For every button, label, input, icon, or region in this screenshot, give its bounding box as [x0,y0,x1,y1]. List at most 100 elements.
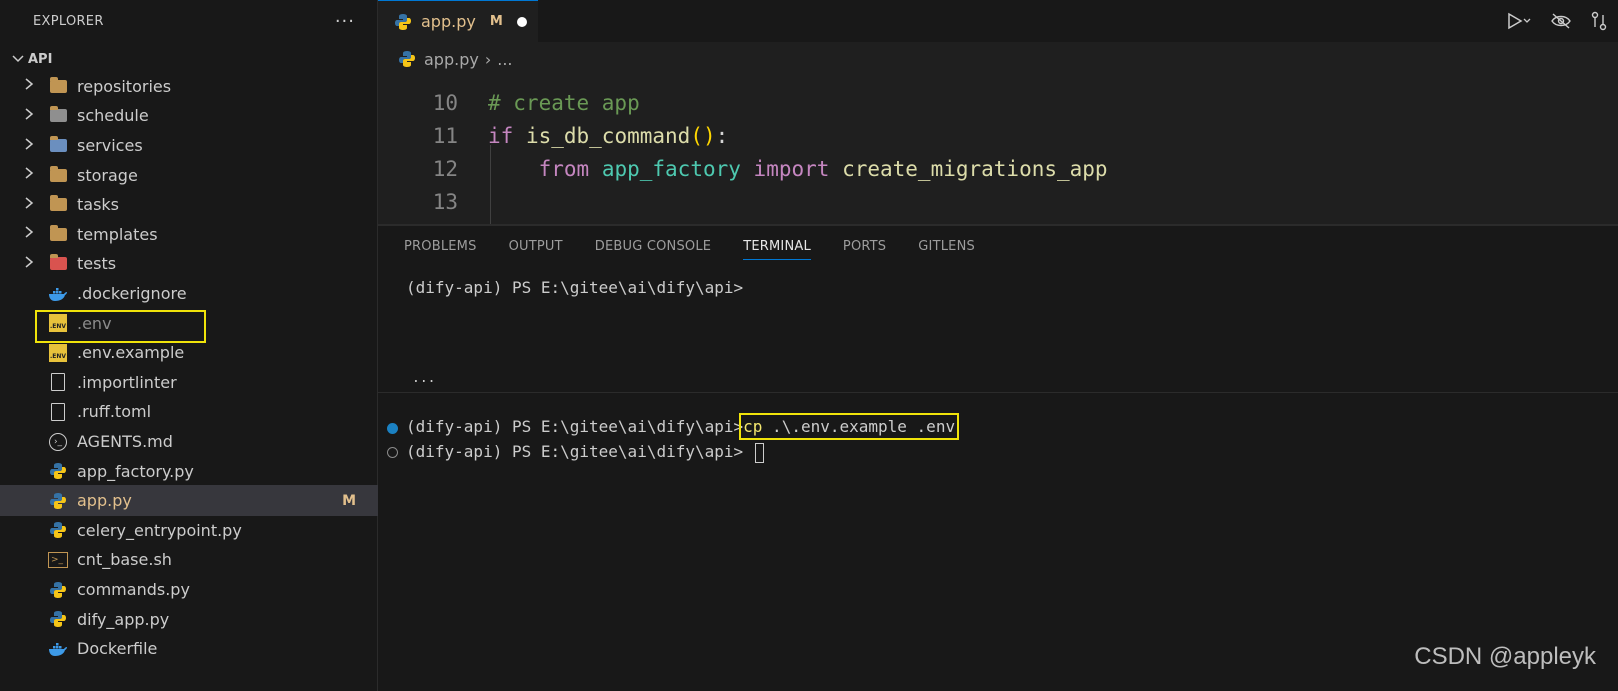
tree-item[interactable]: .ENV .env [0,308,378,343]
chevron-down-icon [12,55,24,63]
editor-area: app.py M app.py › ... 10 # create app 11… [378,0,1618,691]
tree-item-label: AGENTS.md [77,432,173,452]
folder-icon [48,136,68,156]
line-number: 13 [432,189,458,214]
tree-item[interactable]: >_ cnt_base.sh [0,545,378,576]
tree-item[interactable]: .ruff.toml [0,397,378,428]
markdown-icon: ›_ [48,432,68,452]
panel-tabs: PROBLEMS OUTPUT DEBUG CONSOLE TERMINAL PORTS… [404,226,975,266]
chevron-right-icon [24,225,38,243]
python-icon [399,51,415,67]
tab-label: app.py [421,12,476,31]
watermark: CSDN @appleyk [1414,643,1596,670]
breadcrumb-separator: › [484,49,492,69]
python-icon [48,461,68,481]
tree-item-label: app_factory.py [77,461,194,481]
tree-item[interactable]: ›_ AGENTS.md [0,426,378,457]
tree-item[interactable]: .importlinter [0,367,378,398]
modified-badge: M [342,492,356,509]
breadcrumb-file[interactable]: app.py [424,50,479,69]
terminal-prompt: (dify-api) PS E:\gitee\ai\dify\api> [406,417,744,436]
tree-item-label: services [77,136,143,156]
tree-item[interactable]: celery_entrypoint.py [0,515,378,546]
tree-item[interactable]: templates [0,219,378,250]
code-parens: () [690,123,716,148]
tab-output[interactable]: OUTPUT [509,226,563,266]
explorer-sidebar: EXPLORER ··· API repositories schedule ser… [0,0,378,691]
tree-item-label: app.py [77,491,132,511]
file-icon [48,402,68,422]
file-icon [48,372,68,392]
tree-item[interactable]: tests [0,249,378,280]
shell-icon: >_ [48,550,68,570]
tree-item-label: Dockerfile [77,639,158,659]
tree-item[interactable]: .ENV .env.example [0,337,378,368]
tree-item-label: cnt_base.sh [77,550,172,570]
folder-icon [48,76,68,96]
code-line: 12 from app_factory import create_migrat… [378,152,1618,185]
eye-off-icon[interactable] [1550,12,1572,30]
tab-problems[interactable]: PROBLEMS [404,226,477,266]
env-file-icon: .ENV [48,343,68,363]
modified-badge: M [489,14,503,29]
code-line: 11 if is_db_command(): [378,119,1618,152]
more-actions-icon[interactable]: ··· [335,11,355,32]
python-icon [395,13,411,30]
root-label: API [28,51,53,67]
code-colon: : [715,123,729,148]
line-number: 10 [432,90,458,115]
tree-item[interactable]: repositories [0,71,378,102]
env-file-icon: .ENV [48,313,68,333]
bottom-panel: PROBLEMS OUTPUT DEBUG CONSOLE TERMINAL PORTS… [378,225,1618,691]
folder-icon [48,254,68,274]
terminal-input-line[interactable]: (dify-api) PS E:\gitee\ai\dify\api> [406,442,764,463]
tree-item[interactable]: commands.py [0,574,378,605]
keyword-if: if [488,123,514,148]
compare-changes-icon[interactable] [1590,11,1608,31]
tab-terminal[interactable]: TERMINAL [743,226,811,266]
tree-item-label: tests [77,254,117,274]
chevron-right-icon [24,77,38,95]
line-number: 11 [432,123,458,148]
command-pending-decoration-icon[interactable] [387,447,398,458]
tree-item-label: .env.example [77,343,185,363]
editor-actions [1506,0,1618,42]
tree-item[interactable]: app_factory.py [0,456,378,487]
tree-item-label: dify_app.py [77,609,170,629]
tree-item[interactable]: dify_app.py [0,604,378,635]
code-editor[interactable]: 10 # create app 11 if is_db_command(): 1… [378,76,1618,225]
keyword-from: from [538,156,590,181]
explorer-header: EXPLORER ··· [0,0,377,42]
tab-app-py[interactable]: app.py M [378,0,538,42]
chevron-right-icon [24,137,38,155]
tree-item[interactable]: app.py M [0,485,378,517]
tree-item[interactable]: tasks [0,189,378,220]
terminal-prompt-line[interactable]: (dify-api) PS E:\gitee\ai\dify\api> [406,278,743,297]
tree-item[interactable]: storage [0,160,378,191]
tree-item[interactable]: .dockerignore [0,278,378,309]
python-icon [48,491,68,511]
code-comment: # create app [488,90,640,115]
run-icon[interactable] [1506,12,1532,30]
command-keyword: cp [743,417,763,436]
terminal-prompt: (dify-api) PS E:\gitee\ai\dify\api> [406,442,744,461]
tree-item-label: celery_entrypoint.py [77,520,242,540]
chevron-right-icon [24,255,38,273]
unsaved-dot-icon[interactable] [516,16,527,27]
code-line: 10 # create app [378,86,1618,119]
breadcrumb-rest[interactable]: ... [497,50,512,69]
tree-item[interactable]: schedule [0,101,378,132]
chevron-right-icon [24,166,38,184]
tab-debug-console[interactable]: DEBUG CONSOLE [595,226,711,266]
tree-item[interactable]: services [0,130,378,161]
tree-item-label: tasks [77,195,120,215]
command-success-decoration-icon[interactable] [387,423,398,434]
terminal-cursor [754,442,764,463]
function-is-db-command: is_db_command [525,123,691,148]
tree-item[interactable]: Dockerfile [0,633,378,664]
tab-gitlens[interactable]: GITLENS [918,226,975,266]
explorer-title: EXPLORER [33,13,104,29]
terminal-command-line[interactable]: (dify-api) PS E:\gitee\ai\dify\api>cp .\… [406,413,960,440]
terminal-collapsed-ellipsis[interactable]: ... [412,371,435,386]
tab-ports[interactable]: PORTS [843,226,886,266]
